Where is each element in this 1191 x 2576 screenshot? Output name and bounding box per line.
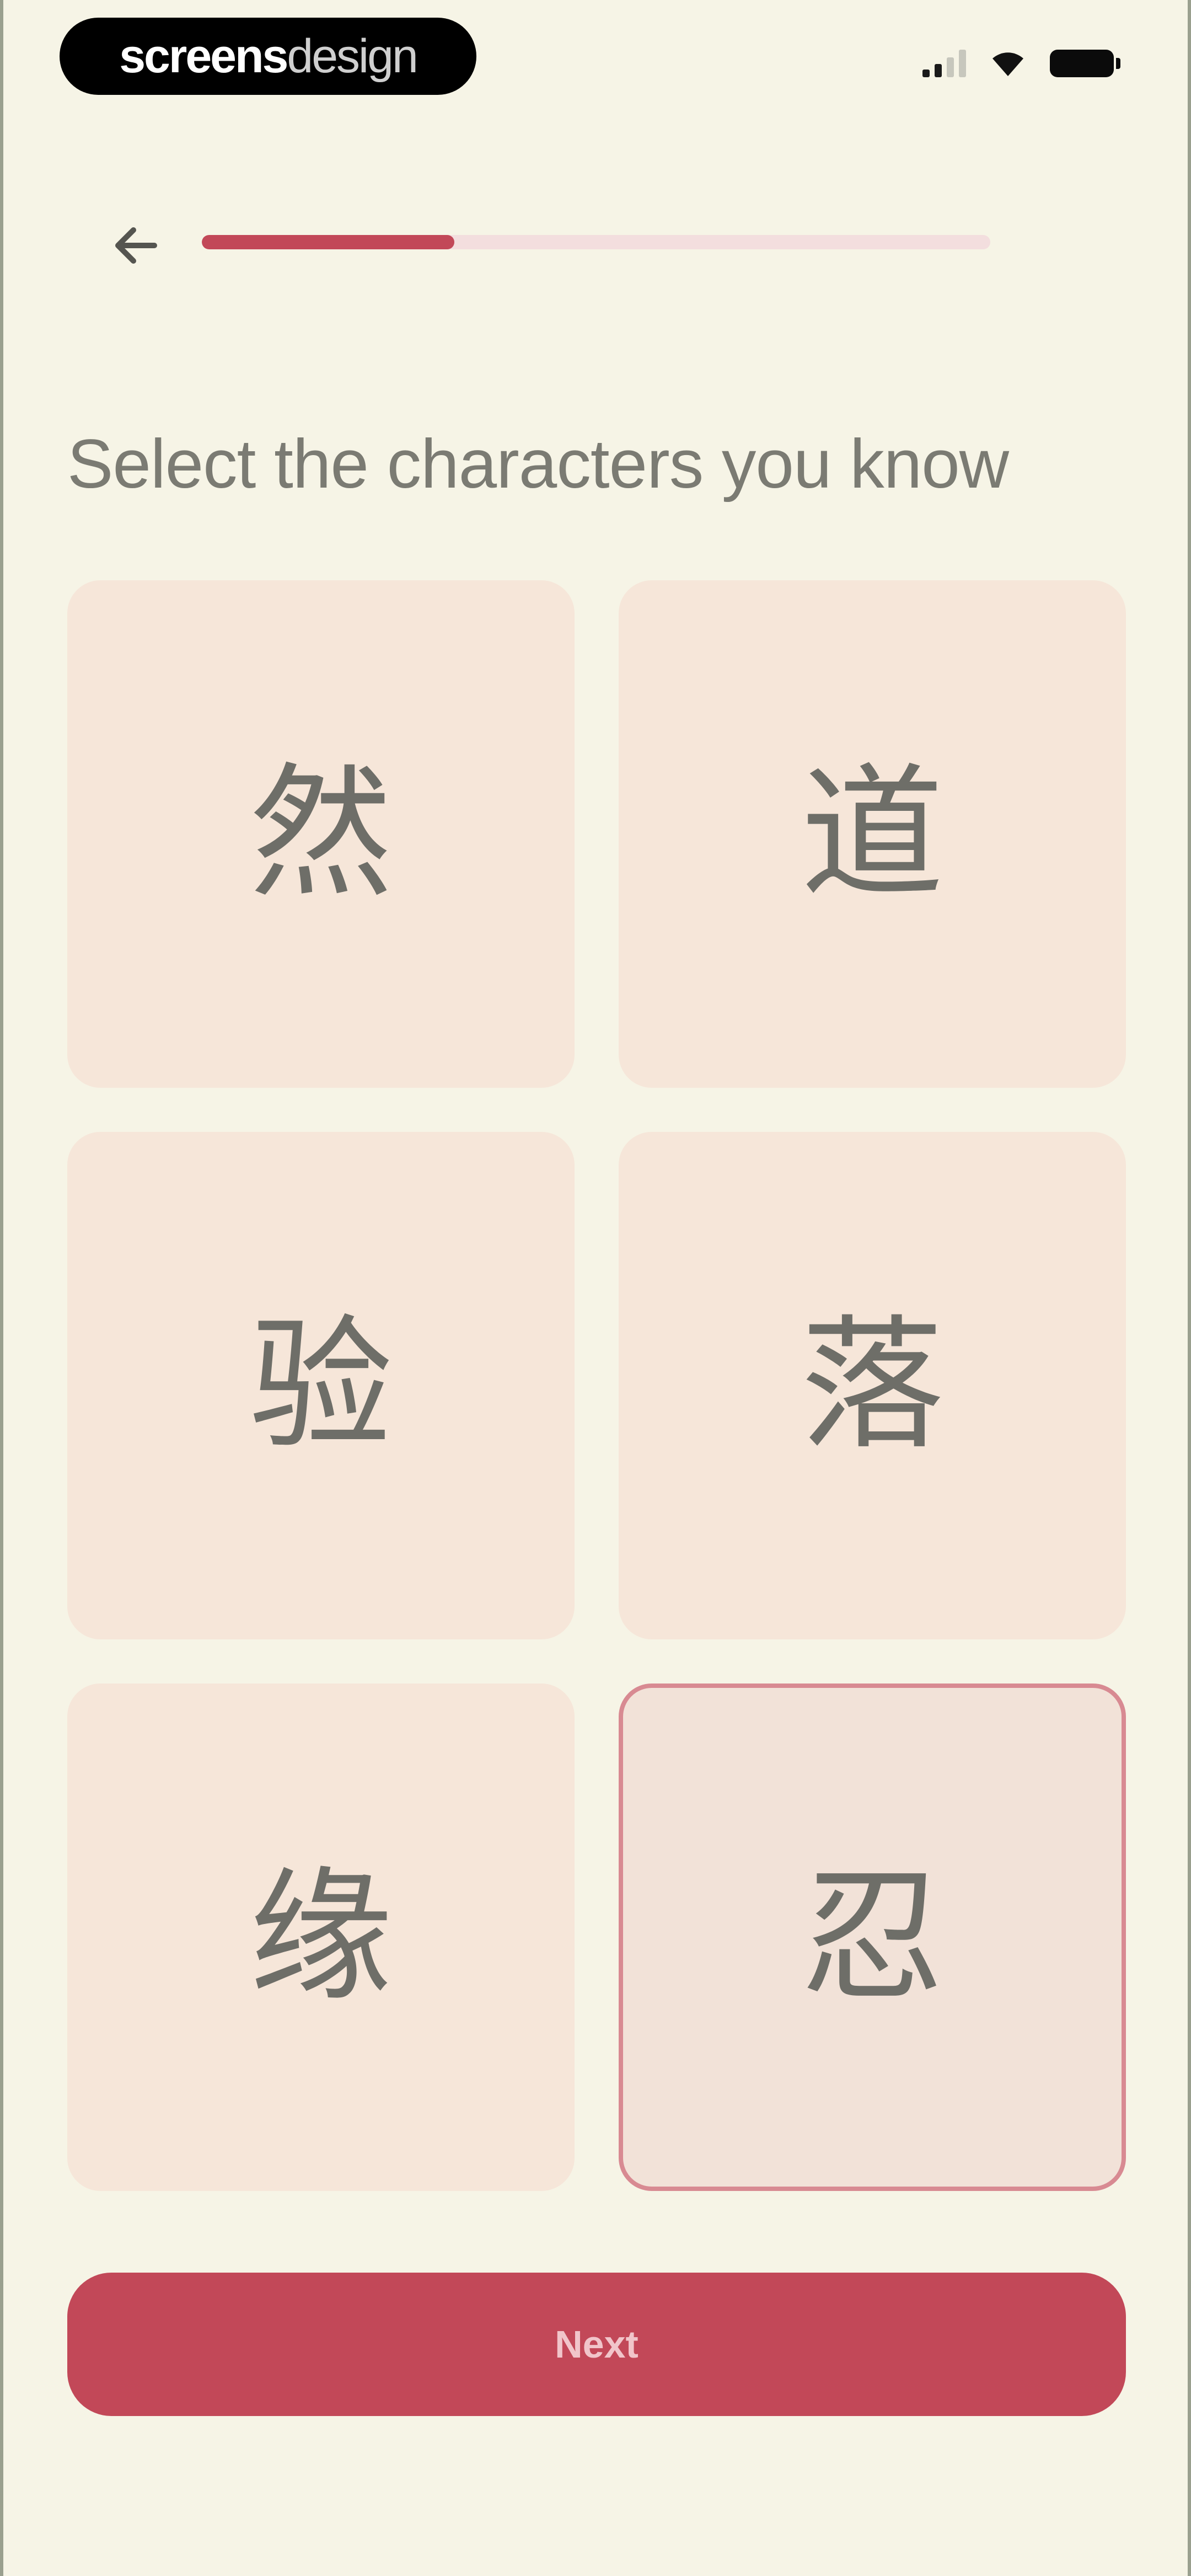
progress-fill — [202, 235, 454, 249]
character-glyph: 落 — [801, 1302, 944, 1469]
brand-logo: screensdesign — [60, 18, 476, 95]
character-glyph: 缘 — [249, 1854, 393, 2021]
character-glyph: 验 — [249, 1302, 393, 1469]
status-icons — [922, 49, 1120, 77]
character-card[interactable]: 落 — [619, 1132, 1126, 1639]
brand-wordmark-light: design — [287, 29, 418, 83]
brand-wordmark-bold: screens — [119, 29, 288, 83]
back-button[interactable] — [99, 210, 171, 281]
brand-wordmark: screensdesign — [119, 29, 419, 84]
status-bar: screensdesign — [0, 0, 1191, 110]
character-glyph: 然 — [249, 751, 393, 917]
next-button[interactable]: Next — [67, 2273, 1126, 2416]
signal-icon — [922, 49, 966, 77]
character-glyph: 忍 — [801, 1854, 944, 2021]
character-card[interactable]: 忍 — [619, 1684, 1126, 2191]
battery-icon — [1050, 50, 1120, 77]
character-card[interactable]: 缘 — [67, 1684, 575, 2191]
progress-bar — [202, 235, 990, 249]
character-card[interactable]: 然 — [67, 580, 575, 1088]
character-grid: 然 道 验 落 缘 忍 — [67, 580, 1126, 2191]
arrow-left-icon — [115, 227, 157, 264]
next-button-label: Next — [555, 2323, 639, 2366]
character-glyph: 道 — [801, 751, 944, 917]
page-title: Select the characters you know — [67, 426, 1009, 503]
wifi-icon — [993, 52, 1023, 76]
character-card[interactable]: 验 — [67, 1132, 575, 1639]
character-card[interactable]: 道 — [619, 580, 1126, 1088]
